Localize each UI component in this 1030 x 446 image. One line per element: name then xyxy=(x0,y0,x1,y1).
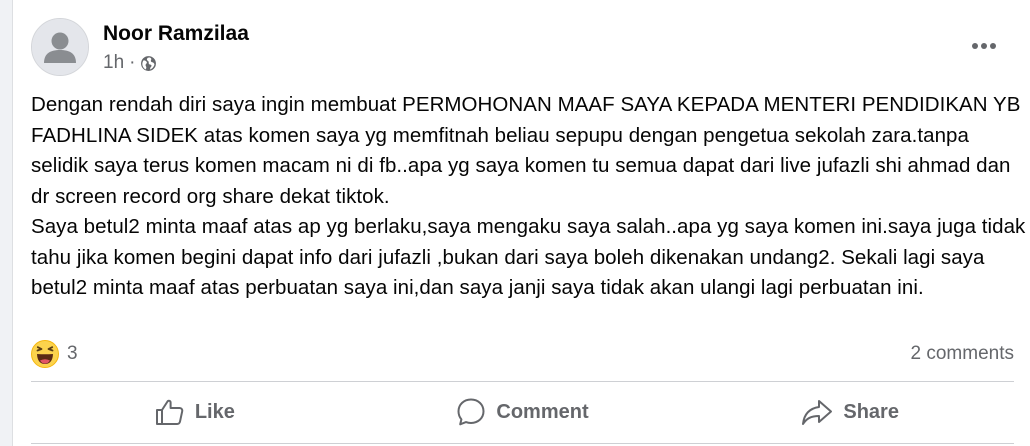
post-timestamp[interactable]: 1h xyxy=(103,52,124,74)
comment-bubble-icon xyxy=(457,398,485,426)
share-button[interactable]: Share xyxy=(686,383,1014,441)
post-card: Noor Ramzilaa 1h · Dengan rendah diri sa… xyxy=(12,0,1030,446)
share-label: Share xyxy=(843,400,899,423)
default-user-icon xyxy=(32,19,88,75)
more-options-icon xyxy=(972,43,996,49)
comment-label: Comment xyxy=(496,400,589,423)
reactions-summary[interactable]: 3 xyxy=(31,340,78,368)
post-paragraph-1: Dengan rendah diri saya ingin membuat PE… xyxy=(31,93,1027,208)
post-header: Noor Ramzilaa 1h · xyxy=(31,18,1030,80)
bottom-divider xyxy=(31,443,1014,444)
post-body: Dengan rendah diri saya ingin membuat PE… xyxy=(31,90,1026,304)
comment-button[interactable]: Comment xyxy=(359,383,687,441)
haha-emoji-icon xyxy=(31,340,59,368)
post-actions: Like Comment Share xyxy=(31,383,1014,441)
globe-icon[interactable] xyxy=(140,55,157,72)
more-options-button[interactable] xyxy=(966,32,1002,60)
author-name[interactable]: Noor Ramzilaa xyxy=(103,22,249,46)
meta-separator: · xyxy=(129,52,136,73)
like-button[interactable]: Like xyxy=(31,383,359,441)
avatar[interactable] xyxy=(31,18,89,76)
post-stats: 3 2 comments xyxy=(31,340,1014,372)
post-paragraph-2: Saya betul2 minta maaf atas ap yg berlak… xyxy=(31,215,1026,299)
like-label: Like xyxy=(194,400,235,423)
share-arrow-icon xyxy=(802,400,833,425)
thumbs-up-icon xyxy=(155,399,184,425)
comments-count-link[interactable]: 2 comments xyxy=(911,343,1014,365)
divider xyxy=(31,381,1014,382)
reaction-count: 3 xyxy=(67,343,78,364)
post-meta: 1h · xyxy=(103,52,157,74)
